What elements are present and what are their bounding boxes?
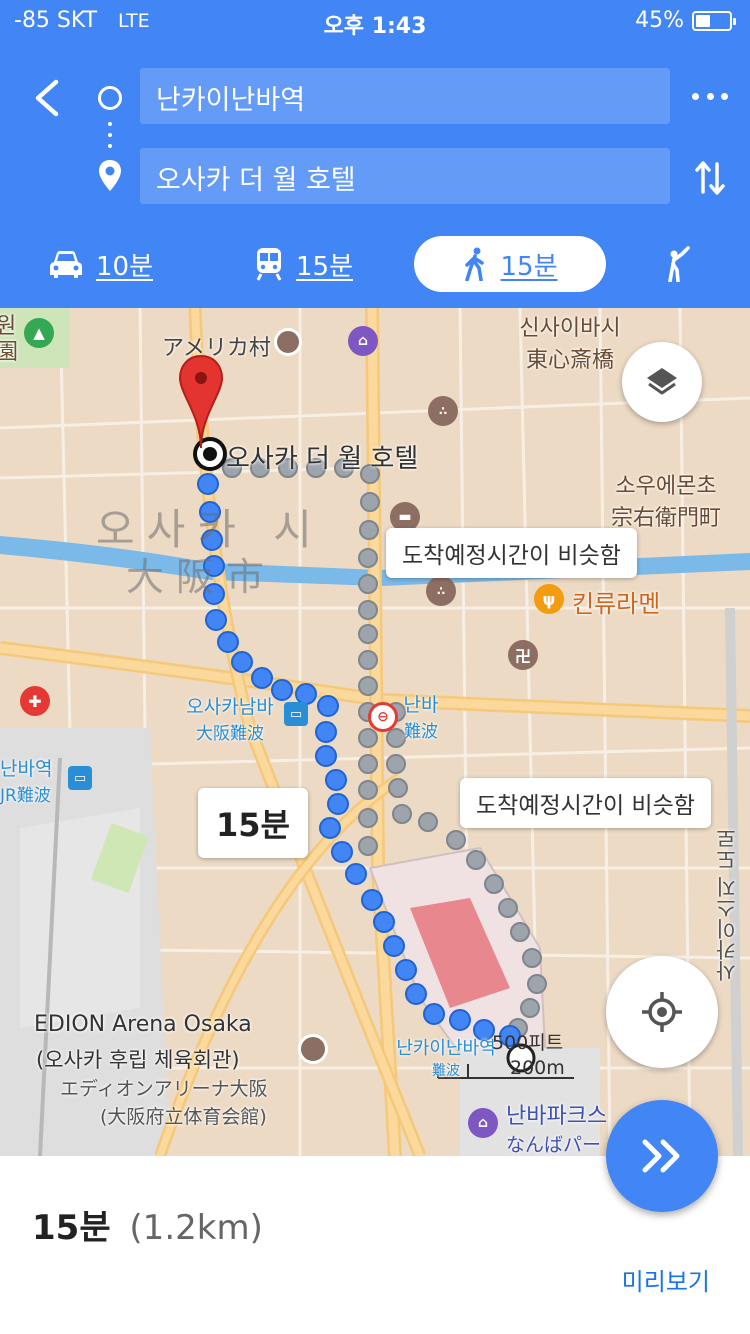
map-label-edion-ko[interactable]: (오사카 후립 체육회관) — [36, 1044, 240, 1074]
map-label-namba-parks[interactable]: 난바파크스 なんばパー — [506, 1098, 607, 1156]
battery-percent: 45% — [635, 8, 684, 33]
mode-tab-ride[interactable] — [664, 236, 694, 292]
battery-indicator: 45% — [635, 8, 736, 33]
hospital-icon[interactable]: ✚ — [20, 686, 50, 716]
mode-tab-transit[interactable]: 15분 — [254, 236, 353, 292]
layers-button[interactable] — [622, 342, 702, 422]
map-label-jr-namba[interactable]: 난바역 JR難波 — [0, 754, 52, 806]
park-icon: ▲ — [24, 318, 54, 348]
map-label-shinsaibashi: 신사이바시 東心斎橋 — [519, 316, 621, 373]
map-label-namba[interactable]: 난바 難波 — [398, 690, 444, 742]
route-time-callout[interactable]: 15분 — [198, 788, 308, 858]
my-location-icon — [642, 992, 682, 1032]
battery-icon — [692, 10, 736, 31]
route-duration: 15분 — [32, 1208, 111, 1248]
train-icon — [256, 248, 282, 281]
map-label-osaka-namba[interactable]: 오사카남바 大阪難波 — [178, 692, 282, 744]
origin-circle-icon — [98, 86, 122, 110]
map-label-edion-en[interactable]: EDION Arena Osaka — [34, 1012, 252, 1037]
map-label-sakaisuji: 사카이스지 도로 — [715, 828, 739, 982]
train-station-icon[interactable]: ▭ — [68, 766, 92, 790]
more-options-icon[interactable] — [692, 88, 728, 104]
origin-input[interactable]: 난카이난바역 — [140, 68, 670, 124]
mode-transit-time: 15분 — [296, 251, 354, 282]
map-scale: 500피트 200m — [492, 1032, 565, 1079]
map-label-edion-ja1: エディオンアリーナ大阪 — [60, 1078, 268, 1100]
mode-tab-walk[interactable]: 15분 — [414, 236, 606, 292]
map-label-hotel[interactable]: 오사카 더 월 호텔 — [226, 438, 418, 475]
layers-icon — [647, 368, 677, 395]
hail-person-icon — [668, 246, 690, 282]
double-chevron-right-icon — [642, 1139, 680, 1173]
mode-walk-time: 15분 — [500, 251, 558, 282]
mode-car-time: 10분 — [96, 251, 154, 282]
my-location-button[interactable] — [606, 956, 718, 1068]
map-label-city-ja: 大阪市 — [126, 555, 277, 599]
car-icon — [50, 251, 82, 278]
preview-button[interactable]: 미리보기 — [622, 1262, 710, 1297]
route-summary: 15분 (1.2km) — [32, 1200, 263, 1249]
directions-header: 난카이난바역 오사카 더 월 호텔 10분 15분 15분 — [0, 42, 750, 308]
start-navigation-button[interactable] — [606, 1100, 718, 1212]
temple-icon[interactable]: 卍 — [508, 640, 538, 670]
restaurant-icon[interactable]: ψ — [534, 584, 564, 614]
map-label: 園 — [0, 340, 19, 365]
route-dots-icon — [108, 122, 112, 155]
place-icon[interactable] — [298, 1034, 328, 1064]
travel-mode-tabs: 10분 15분 15분 — [0, 236, 750, 296]
mode-tab-car[interactable]: 10분 — [48, 236, 153, 292]
train-station-icon[interactable]: ▭ — [284, 702, 308, 726]
shopping-bag-icon[interactable]: ⌂ — [348, 326, 378, 356]
destination-pin-icon — [99, 160, 121, 191]
place-icon[interactable] — [274, 328, 302, 356]
route-alt-callout-1[interactable]: 도착예정시간이 비슷함 — [386, 528, 637, 578]
destination-input[interactable]: 오사카 더 월 호텔 — [140, 148, 670, 204]
map-label-kinryu[interactable]: 킨류라멘 — [572, 584, 660, 619]
status-bar: -85 SKT LTE 오후 1:43 45% — [0, 0, 750, 42]
map-label-souemon: 소우에몬초 宗右衛門町 — [610, 474, 721, 531]
route-distance: (1.2km) — [129, 1208, 263, 1248]
map-label-edion-ja2: (大阪府立体育会館) — [100, 1106, 267, 1128]
swap-icon[interactable] — [692, 158, 728, 198]
map-label-america-mura: アメリカ村 — [162, 336, 271, 361]
route-alt-callout-2[interactable]: 도착예정시간이 비슷함 — [460, 778, 711, 828]
shopping-bag-icon[interactable]: ⌂ — [468, 1108, 498, 1138]
back-arrow-icon[interactable] — [28, 76, 68, 120]
walk-icon — [465, 247, 485, 281]
subway-icon[interactable]: ⊖ — [368, 702, 398, 732]
landmark-icon[interactable]: ∴ — [426, 576, 456, 606]
landmark-icon[interactable]: ∴ — [428, 396, 458, 426]
map-view[interactable]: ▲ ⌂ ∴ ▬ ∴ ψ 卍 ✚ ▭ ⊖ ▭ ⌂ 원 園 アメリカ村 신사이바시 東… — [0, 308, 750, 1156]
